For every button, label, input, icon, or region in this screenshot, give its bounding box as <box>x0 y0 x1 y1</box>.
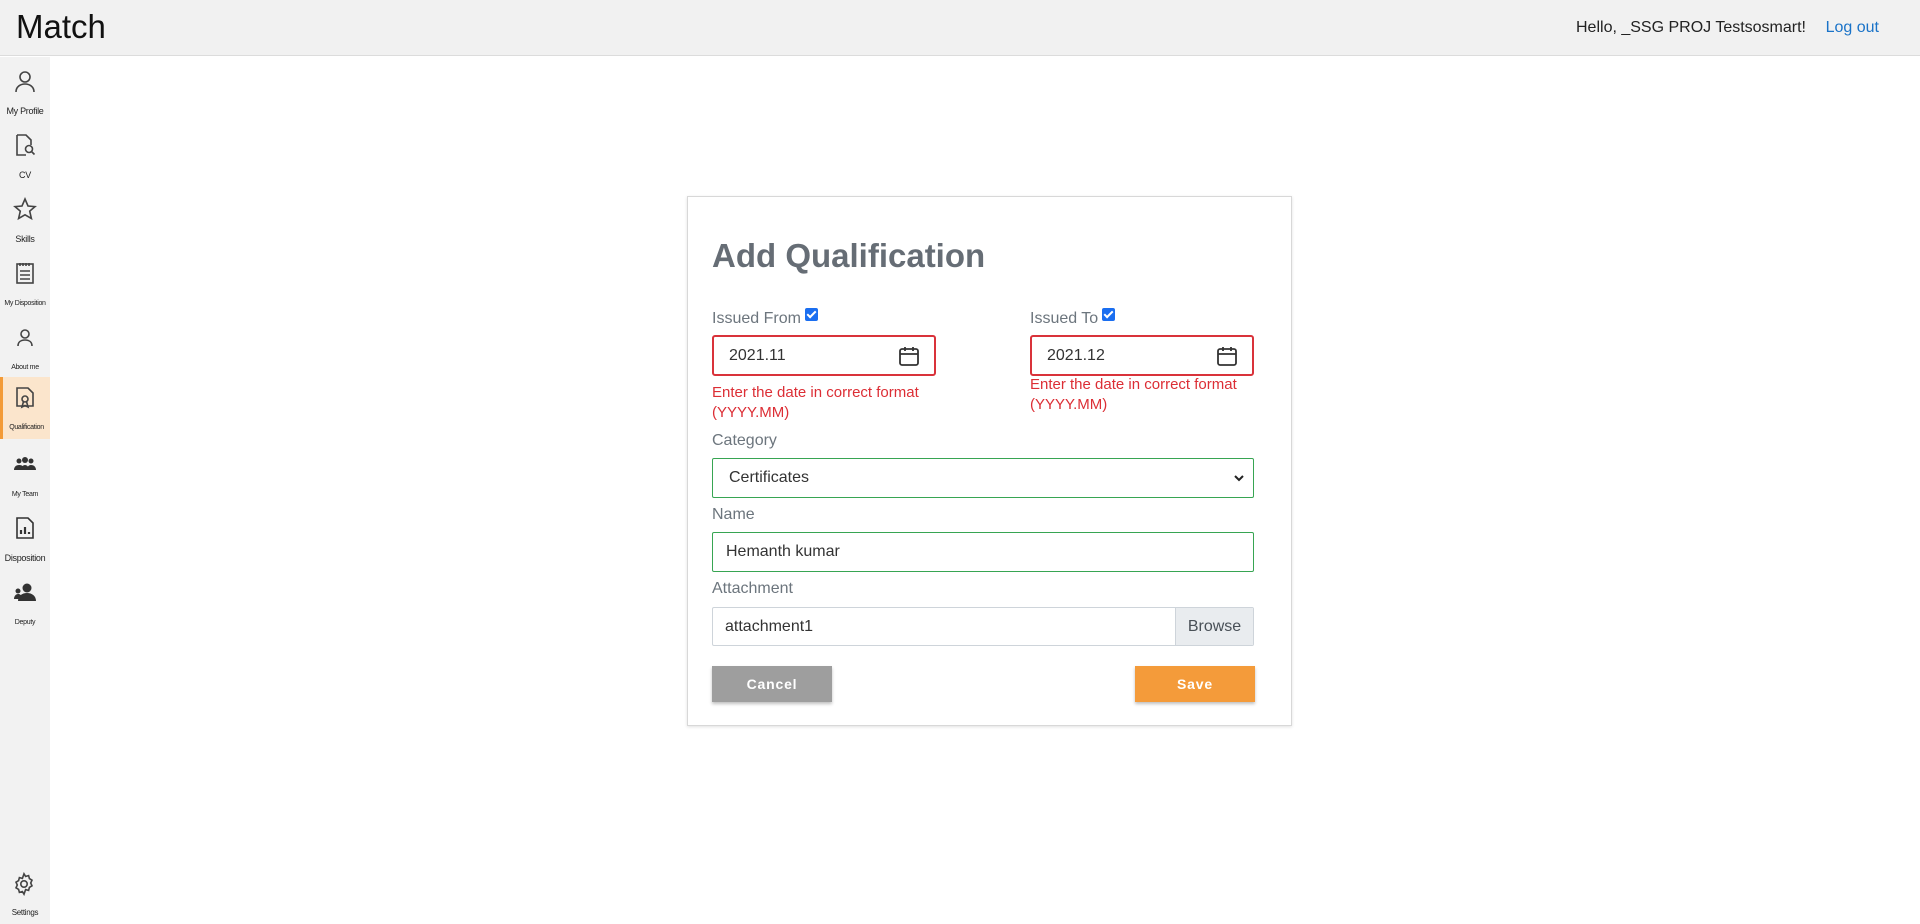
name-value: Hemanth kumar <box>726 543 840 560</box>
issued-to-label-text: Issued To <box>1030 310 1099 327</box>
sidebar-item-settings[interactable]: Settings <box>0 864 50 924</box>
sidebar-item-label: Skills <box>15 234 35 244</box>
sidebar-item-my-team[interactable]: My Team <box>0 444 50 506</box>
sidebar-item-my-profile[interactable]: My Profile <box>0 61 50 123</box>
user-greeting: Hello, _SSG PROJ Testsosmart! <box>1576 19 1806 36</box>
issued-to-checkbox[interactable] <box>1102 308 1116 321</box>
save-button[interactable]: Save <box>1135 666 1255 702</box>
chevron-down-icon <box>1234 475 1244 482</box>
sidebar-item-label: My Disposition <box>4 300 46 307</box>
name-input[interactable]: Hemanth kumar <box>712 532 1254 572</box>
team-icon <box>14 457 36 470</box>
certificate-icon <box>16 387 34 409</box>
gear-icon <box>14 872 34 896</box>
sidebar-item-cv[interactable]: CV <box>0 125 50 187</box>
category-value: Certificates <box>729 469 810 486</box>
attachment-label: Attachment <box>712 580 793 597</box>
notepad-icon <box>16 263 34 284</box>
attachment-input[interactable]: attachment1 Browse <box>712 607 1254 646</box>
deputy-icon <box>14 583 36 601</box>
issued-to-error: Enter the date in correct format (YYYY.M… <box>1030 376 1237 413</box>
sidebar: My Profile CV Skills My Disposition Abou… <box>0 57 50 924</box>
app-brand[interactable]: Match <box>16 8 106 46</box>
calendar-icon[interactable] <box>898 345 920 367</box>
issued-to-date-input[interactable]: 2021.12 <box>1030 335 1254 376</box>
sidebar-item-my-disposition[interactable]: My Disposition <box>0 253 50 315</box>
sidebar-item-label: Qualification <box>9 424 44 431</box>
calendar-icon[interactable] <box>1216 345 1238 367</box>
sidebar-item-deputy[interactable]: Deputy <box>0 572 50 634</box>
sidebar-item-label: Disposition <box>4 553 46 563</box>
sidebar-item-qualification[interactable]: Qualification <box>0 377 50 439</box>
issued-from-error: Enter the date in correct format (YYYY.M… <box>712 384 919 421</box>
issued-from-label: Issued From <box>712 308 818 328</box>
sidebar-item-label: CV <box>19 170 31 180</box>
issued-from-date-input[interactable]: 2021.11 <box>712 335 936 376</box>
sidebar-item-about-me[interactable]: About me <box>0 317 50 379</box>
category-label: Category <box>712 432 777 449</box>
attachment-value: attachment1 <box>725 618 814 635</box>
category-select[interactable]: Certificates <box>712 458 1254 498</box>
issued-from-label-text: Issued From <box>712 310 801 327</box>
settings-label: Settings <box>11 908 39 917</box>
sidebar-item-label: About me <box>11 364 39 371</box>
name-label: Name <box>712 506 755 523</box>
sidebar-item-label: My Profile <box>6 106 44 116</box>
person-small-icon <box>17 329 33 347</box>
report-icon <box>16 517 34 539</box>
page-title: Add Qualification <box>712 237 986 274</box>
cv-search-icon <box>16 134 36 156</box>
issued-to-value: 2021.12 <box>1047 347 1105 364</box>
issued-to-label: Issued To <box>1030 308 1116 328</box>
sidebar-item-skills[interactable]: Skills <box>0 189 50 251</box>
logout-link[interactable]: Log out <box>1826 19 1879 37</box>
person-icon <box>15 71 35 93</box>
sidebar-item-label: Deputy <box>14 619 36 626</box>
top-bar: Match Hello, _SSG PROJ Testsosmart! Log … <box>0 0 1920 56</box>
sidebar-item-label: My Team <box>11 491 39 498</box>
cancel-button[interactable]: Cancel <box>712 666 832 702</box>
add-qualification-card: Add Qualification Issued From 2021.11 En… <box>687 196 1292 726</box>
sidebar-item-disposition[interactable]: Disposition <box>0 508 50 570</box>
issued-from-checkbox[interactable] <box>804 308 818 321</box>
star-icon <box>13 197 37 221</box>
browse-button[interactable]: Browse <box>1175 608 1253 645</box>
issued-from-value: 2021.11 <box>729 347 786 364</box>
